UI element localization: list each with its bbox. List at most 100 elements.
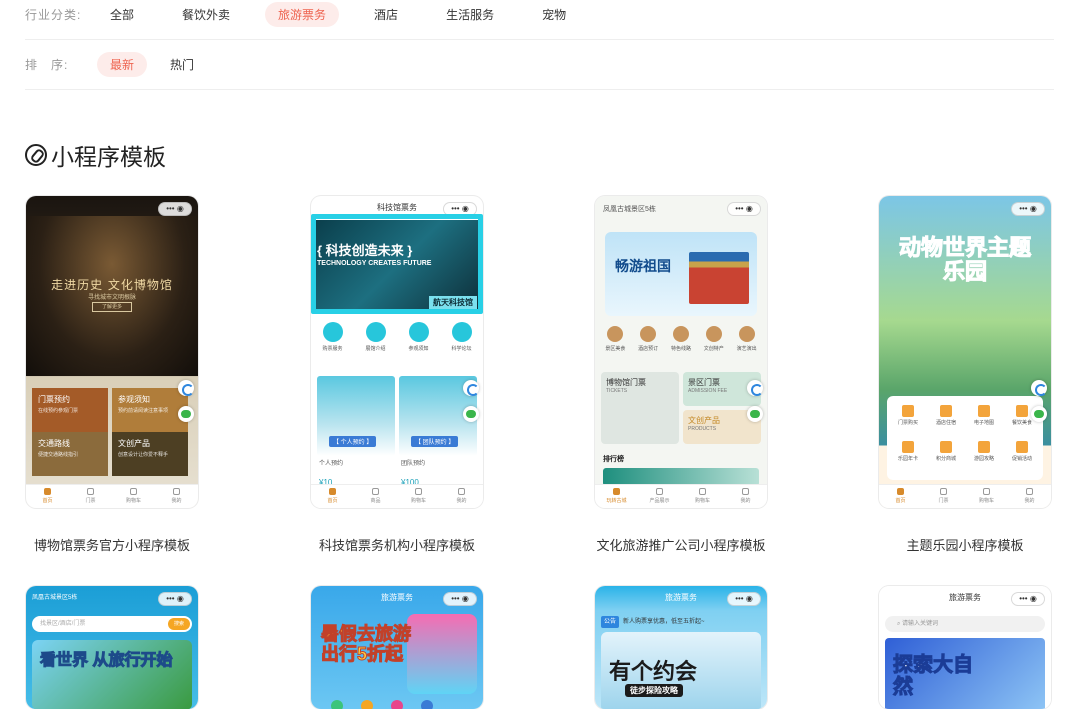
user-icon xyxy=(173,488,180,495)
preview-banner-title: 暑假去旅游 出行5折起 xyxy=(321,624,412,665)
home-icon xyxy=(44,488,51,495)
sort-option-latest[interactable]: 最新 xyxy=(97,52,148,77)
preview-banner: 探索大自然 xyxy=(885,638,1045,709)
template-card[interactable]: 旅游票务 ••• ◉ 暑假去旅游 出行5折起 xyxy=(311,586,483,709)
template-caption[interactable]: 科技馆票务机构小程序模板 xyxy=(267,535,527,554)
section-title: 小程序模板 xyxy=(51,144,166,170)
cart-icon xyxy=(415,488,422,495)
preview-tabbar: 玩转古城 产品展示 购物车 我的 xyxy=(595,484,767,508)
guide-icon xyxy=(978,441,990,453)
wechat-icon xyxy=(1031,406,1047,422)
home-icon xyxy=(897,488,904,495)
gift-icon xyxy=(705,326,722,342)
preview-location: 凤凰古城景区5栋 xyxy=(603,206,656,213)
mini-program-capsule-icon: ••• ◉ xyxy=(158,202,192,216)
preview-icon-row: 景区美食 酒店预订 特色线路 文创特产 演艺演出 xyxy=(599,326,763,352)
map-icon xyxy=(978,405,990,417)
preview-notice: 公告 新人购票享优惠，低至五折起~ xyxy=(601,616,761,628)
filter-option-travel-tickets[interactable]: 旅游票务 xyxy=(265,2,340,27)
route-icon xyxy=(672,326,689,342)
preview-banner: 有个约会 徒步探险攻略 xyxy=(601,632,761,709)
cart-icon xyxy=(699,488,706,495)
template-caption[interactable]: 文化旅游推广公司小程序模板 xyxy=(551,535,811,554)
mini-program-capsule-icon: ••• ◉ xyxy=(158,592,192,606)
wechat-icon xyxy=(463,406,479,422)
template-preview: 凤凰古城景区5栋 ••• ◉ 畅游祖国 景区美食 酒店预订 特色线路 文创特产 … xyxy=(595,196,767,508)
preview-hero-button: 了解更多 xyxy=(92,302,132,312)
preview-product-name: 团队预约 xyxy=(401,461,426,467)
phone-icon xyxy=(178,380,194,396)
mini-program-capsule-icon: ••• ◉ xyxy=(443,592,477,606)
template-card-theme-park[interactable]: ••• ◉ 动物世界主题乐园 门票购买 酒店住宿 电子地图 餐饮美食 乐园年卡 … xyxy=(879,196,1051,508)
preview-tabbar: 首页 商品 购物车 我的 xyxy=(311,484,483,508)
filter-option-pets[interactable]: 宠物 xyxy=(529,2,579,27)
home-icon xyxy=(329,488,336,495)
wechat-icon xyxy=(747,406,763,422)
ticket-icon xyxy=(322,322,343,342)
mini-program-capsule-icon: ••• ◉ xyxy=(727,202,761,216)
preview-tabbar: 首页 门票 购物车 我的 xyxy=(26,484,198,508)
preview-search: ⌕ 请输入关键词 xyxy=(885,616,1045,632)
template-card[interactable]: 凤凰古城景区5栋 ••• ◉ 找景区/酒店/门票 搜索 看世界 从旅行开始 xyxy=(26,586,198,709)
template-caption[interactable]: 主题乐园小程序模板 xyxy=(835,535,1080,554)
sort-filter-row: 排 序: 最新 热门 xyxy=(25,40,1054,90)
mini-program-capsule-icon: ••• ◉ xyxy=(727,592,761,606)
ticket-icon xyxy=(902,405,914,417)
filter-option-life-services[interactable]: 生活服务 xyxy=(433,2,507,27)
preview-icon-grid: 门票购买 酒店住宿 电子地图 餐饮美食 乐园年卡 积分商城 游园攻略 促销活动 xyxy=(887,396,1043,480)
phone-icon xyxy=(1031,380,1047,396)
template-card-science-museum[interactable]: 科技馆票务 ••• ◉ { 科技创造未来 } TECHNOLOGY CREATE… xyxy=(311,196,483,508)
category-icon xyxy=(421,700,433,709)
grid-icon xyxy=(372,488,379,495)
user-icon xyxy=(1026,488,1033,495)
mini-program-capsule-icon: ••• ◉ xyxy=(1011,202,1045,216)
preview-hero-english: TECHNOLOGY CREATES FUTURE xyxy=(317,260,432,267)
section-heading: 小程序模板 xyxy=(25,138,166,172)
card-icon xyxy=(902,441,914,453)
template-preview: 旅游票务 ••• ◉ 公告 新人购票享优惠，低至五折起~ 有个约会 徒步探险攻略 xyxy=(595,586,767,709)
template-preview: ••• ◉ 走进历史 文化博物馆 寻找城市文明根脉 了解更多 门票预约 在线预约参… xyxy=(26,196,198,508)
link-icon xyxy=(25,144,47,166)
template-preview: 凤凰古城景区5栋 ••• ◉ 找景区/酒店/门票 搜索 看世界 从旅行开始 xyxy=(26,586,198,709)
preview-tile: 文创产品 创意设计让你爱不释手 xyxy=(112,432,188,476)
category-icon xyxy=(331,700,343,709)
template-card-museum[interactable]: ••• ◉ 走进历史 文化博物馆 寻找城市文明根脉 了解更多 门票预约 在线预约参… xyxy=(26,196,198,508)
template-preview: 科技馆票务 ••• ◉ { 科技创造未来 } TECHNOLOGY CREATE… xyxy=(311,196,483,508)
template-preview: 旅游票务 ••• ◉ 暑假去旅游 出行5折起 xyxy=(311,586,483,709)
category-icon xyxy=(361,700,373,709)
template-card-cultural-travel[interactable]: 凤凰古城景区5栋 ••• ◉ 畅游祖国 景区美食 酒店预订 特色线路 文创特产 … xyxy=(595,196,767,508)
food-icon xyxy=(607,326,624,342)
theater-icon xyxy=(738,326,755,342)
template-card[interactable]: 旅游票务 ••• ◉ 公告 新人购票享优惠，低至五折起~ 有个约会 徒步探险攻略 xyxy=(595,586,767,709)
user-icon xyxy=(742,488,749,495)
template-preview: ••• ◉ 动物世界主题乐园 门票购买 酒店住宿 电子地图 餐饮美食 乐园年卡 … xyxy=(879,196,1051,508)
preview-banner: 畅游祖国 xyxy=(605,232,757,316)
template-preview: 旅游票务 ••• ◉ ⌕ 请输入关键词 探索大自然 xyxy=(879,586,1051,709)
preview-tile: 交通路线 便捷交通路线指引 xyxy=(32,432,108,476)
preview-tile: 参观须知 预约前请阅读注意事项 xyxy=(112,388,188,432)
preview-tile: 门票预约 在线预约参观门票 xyxy=(32,388,108,432)
template-caption[interactable]: 博物馆票务官方小程序模板 xyxy=(0,535,242,554)
preview-tabbar: 首页 门票 购物车 我的 xyxy=(879,484,1051,508)
mini-program-capsule-icon: ••• ◉ xyxy=(1011,592,1045,606)
filter-option-hotel[interactable]: 酒店 xyxy=(361,2,411,27)
template-card[interactable]: 旅游票务 ••• ◉ ⌕ 请输入关键词 探索大自然 xyxy=(879,586,1051,709)
preview-hero-subtitle: 寻找城市文明根脉 xyxy=(87,295,136,301)
preview-product-name: 个人预约 xyxy=(319,461,344,467)
grid-icon xyxy=(656,488,663,495)
preview-hero-title: 动物世界主题乐园 xyxy=(898,235,1031,284)
industry-filter-row: 行业分类: 全部 餐饮外卖 旅游票务 酒店 生活服务 宠物 xyxy=(25,0,1054,40)
document-icon xyxy=(451,322,472,342)
filter-option-all[interactable]: 全部 xyxy=(97,2,147,27)
phone-icon xyxy=(463,380,479,396)
preview-banner: 看世界 从旅行开始 xyxy=(32,640,192,709)
user-icon xyxy=(458,488,465,495)
mall-icon xyxy=(940,441,952,453)
preview-box: 博物馆门票 TICKETS xyxy=(601,372,679,444)
cart-icon xyxy=(983,488,990,495)
food-icon xyxy=(1016,405,1028,417)
tag-icon xyxy=(1016,441,1028,453)
category-icon xyxy=(391,700,403,709)
filter-option-catering[interactable]: 餐饮外卖 xyxy=(169,2,243,27)
sort-option-popular[interactable]: 热门 xyxy=(157,52,207,77)
